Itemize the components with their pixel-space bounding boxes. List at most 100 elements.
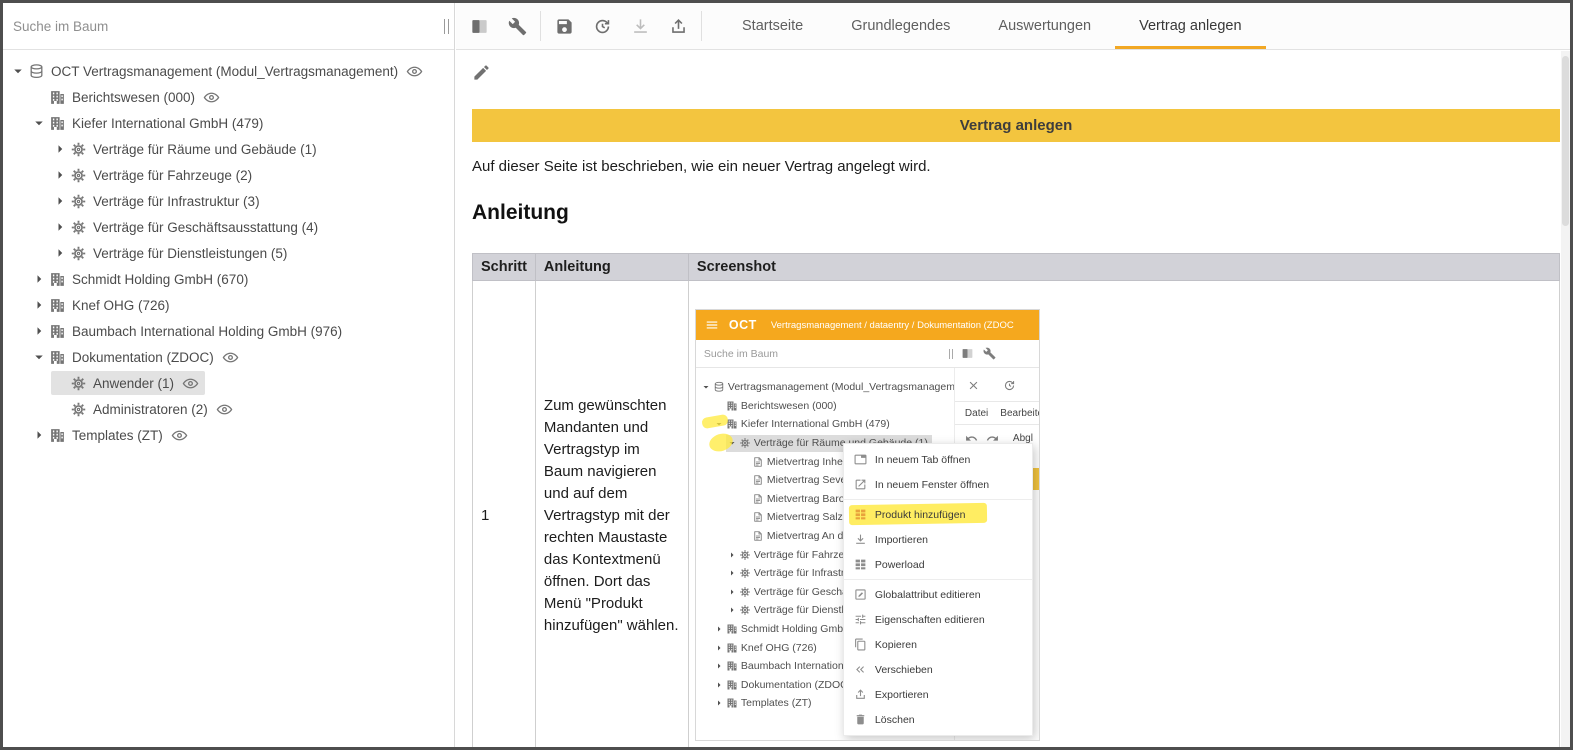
- close-icon[interactable]: [967, 379, 980, 392]
- context-menu-item-label: In neuem Tab öffnen: [875, 454, 970, 466]
- gear-icon: [70, 219, 87, 236]
- caret-right-icon: [713, 623, 725, 635]
- sidebar-search-row: [3, 3, 454, 50]
- tree-item[interactable]: Berichtswesen (000): [3, 84, 454, 110]
- tree-item-label: Dokumentation (ZDOC): [741, 679, 851, 691]
- contract-icon: [752, 530, 764, 542]
- gear-icon: [70, 167, 87, 184]
- tree-item-label: Templates (ZT): [741, 697, 812, 709]
- panel-button[interactable]: [460, 9, 498, 43]
- tab-vertrag-anlegen[interactable]: Vertrag anlegen: [1115, 3, 1265, 49]
- caret-right-icon: [726, 604, 738, 616]
- caret-right-icon: [30, 426, 48, 444]
- edit-pencil-icon[interactable]: [472, 63, 491, 82]
- tab-label: Grundlegendes: [851, 18, 950, 34]
- import-icon: [854, 533, 867, 546]
- tree-item[interactable]: Administratoren (2): [3, 396, 454, 422]
- history-icon[interactable]: [1003, 379, 1016, 392]
- embedded-search-input[interactable]: Suche im Baum: [696, 348, 949, 360]
- tree-item[interactable]: OCT Vertragsmanagement (Modul_Vertragsma…: [3, 58, 454, 84]
- embedded-menu-item[interactable]: Bearbeiten: [1000, 408, 1039, 419]
- tree-item-label: Verträge für Infrastruktur (3): [93, 194, 260, 209]
- tree-item[interactable]: Verträge für Fahrzeuge (2): [3, 162, 454, 188]
- caret-right-icon: [30, 270, 48, 288]
- context-menu-item[interactable]: Produkt hinzufügen: [844, 502, 1032, 527]
- embedded-splitter-handle[interactable]: [949, 349, 953, 359]
- save-button[interactable]: [545, 9, 583, 43]
- context-menu-item[interactable]: Exportieren: [844, 682, 1032, 707]
- embedded-toolbar: Suche im Baum: [696, 340, 1039, 368]
- gear-icon: [70, 193, 87, 210]
- tab-grundlegendes[interactable]: Grundlegendes: [827, 3, 974, 49]
- context-menu-item[interactable]: Löschen: [844, 707, 1032, 732]
- caret-spacer: [739, 511, 751, 523]
- caret-right-icon: [726, 567, 738, 579]
- tree-item[interactable]: Verträge für Infrastruktur (3): [3, 188, 454, 214]
- gear-icon: [739, 437, 751, 449]
- scrollbar-thumb[interactable]: [1562, 56, 1569, 226]
- embedded-app-header: OCT Vertragsmanagement / dataentry / Dok…: [696, 310, 1039, 340]
- caret-spacer: [739, 474, 751, 486]
- tree-item-label: Mietvertrag Seve: [767, 474, 846, 486]
- toolbar: [456, 3, 710, 49]
- tree-item-label: OCT Vertragsmanagement (Modul_Vertragsma…: [51, 64, 398, 79]
- step-instruction: Zum gewünschten Mandanten und Vertragsty…: [535, 281, 688, 748]
- context-menu-item-label: Powerload: [875, 559, 925, 571]
- vertical-scrollbar[interactable]: [1561, 51, 1570, 747]
- tab-label: Auswertungen: [998, 18, 1091, 34]
- tree-item[interactable]: Verträge für Räume und Gebäude (1): [3, 136, 454, 162]
- tree-item-label: Vertragsmanagement (Modul_Vertragsmanage…: [728, 381, 973, 393]
- tree-item[interactable]: Templates (ZT): [3, 422, 454, 448]
- context-menu-item-label: In neuem Fenster öffnen: [875, 479, 989, 491]
- tree-item[interactable]: Knef OHG (726): [3, 292, 454, 318]
- building-icon: [726, 400, 738, 412]
- intro-text: Auf dieser Seite ist beschrieben, wie ei…: [472, 158, 1560, 175]
- tree-item-label: Templates (ZT): [72, 428, 163, 443]
- splitter-handle[interactable]: [438, 3, 454, 49]
- context-menu-item-label: Importieren: [875, 534, 928, 546]
- tree-item[interactable]: Verträge für Dienstleistungen (5): [3, 240, 454, 266]
- embedded-undo-row: Abgl: [955, 425, 1039, 445]
- upload-button[interactable]: [659, 9, 697, 43]
- hamburger-icon[interactable]: [705, 318, 719, 332]
- tree-item[interactable]: Baumbach International Holding GmbH (976…: [3, 318, 454, 344]
- gear-icon: [739, 549, 751, 561]
- context-menu-item[interactable]: Kopieren: [844, 632, 1032, 657]
- context-menu-item[interactable]: Importieren: [844, 527, 1032, 552]
- caret-right-icon: [713, 697, 725, 709]
- context-menu-item[interactable]: Verschieben: [844, 657, 1032, 682]
- embedded-menu-item[interactable]: Datei: [965, 408, 988, 419]
- context-menu-item[interactable]: Eigenschaften editieren: [844, 607, 1032, 632]
- context-menu-item[interactable]: In neuem Fenster öffnen: [844, 472, 1032, 497]
- history-button[interactable]: [583, 9, 621, 43]
- tree-item[interactable]: Schmidt Holding GmbH (670): [3, 266, 454, 292]
- tree-item-label: Dokumentation (ZDOC): [72, 350, 214, 365]
- tree-item[interactable]: Verträge für Geschäftsausstattung (4): [3, 214, 454, 240]
- global-edit-icon: [854, 588, 867, 601]
- caret-spacer: [713, 400, 725, 412]
- building-icon: [49, 89, 66, 106]
- tab-auswertungen[interactable]: Auswertungen: [974, 3, 1115, 49]
- step-screenshot-cell: OCT Vertragsmanagement / dataentry / Dok…: [688, 281, 1559, 748]
- tree-item[interactable]: Dokumentation (ZDOC): [3, 344, 454, 370]
- trash-icon: [854, 713, 867, 726]
- context-menu-item[interactable]: Powerload: [844, 552, 1032, 577]
- contract-icon: [752, 493, 764, 505]
- embedded-app-title: OCT: [729, 318, 757, 332]
- context-menu-item[interactable]: In neuem Tab öffnen: [844, 447, 1032, 472]
- tree-item[interactable]: Anwender (1): [3, 370, 454, 396]
- tree-item-label: Mietvertrag Baro: [767, 493, 845, 505]
- tree-item-label: Berichtswesen (000): [741, 400, 837, 412]
- tree-item[interactable]: Kiefer International GmbH (479): [3, 110, 454, 136]
- wrench-icon[interactable]: [983, 347, 996, 360]
- download-button[interactable]: [621, 9, 659, 43]
- tab-startseite[interactable]: Startseite: [718, 3, 827, 49]
- tree-search-input[interactable]: [3, 3, 438, 49]
- panel-icon[interactable]: [961, 347, 974, 360]
- tree-item-label: Verträge für Geschäftsausstattung (4): [93, 220, 318, 235]
- eye-icon: [171, 427, 188, 444]
- context-menu-item[interactable]: Globalattribut editieren: [844, 582, 1032, 607]
- tab-label: Startseite: [742, 18, 803, 34]
- wrench-button[interactable]: [498, 9, 536, 43]
- gear-icon: [70, 375, 87, 392]
